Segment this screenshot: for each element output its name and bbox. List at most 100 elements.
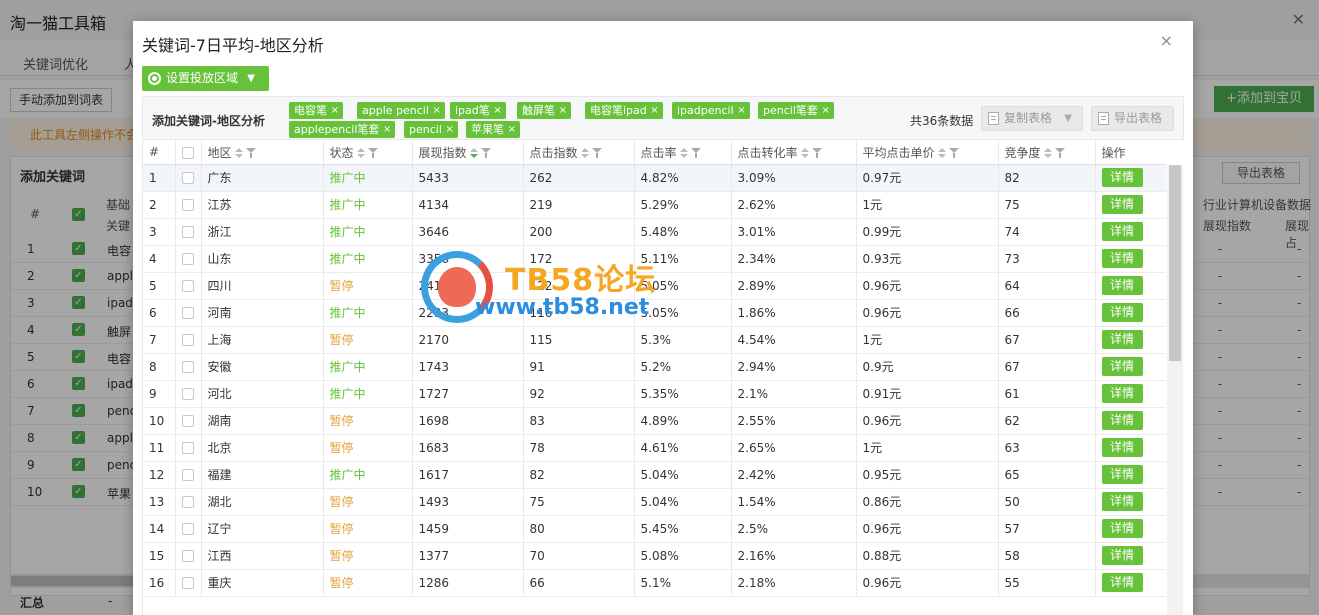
- row-select[interactable]: [175, 488, 202, 516]
- row-select[interactable]: [175, 542, 202, 570]
- detail-button[interactable]: 详情: [1101, 519, 1143, 538]
- row-select[interactable]: [175, 191, 202, 219]
- table-row[interactable]: 10 湖南 暂停 1698 83 4.89% 2.55% 0.96元 62 详情: [143, 407, 1166, 435]
- col-show-index[interactable]: 展现指数: [412, 141, 524, 165]
- table-row[interactable]: 8 安徽 推广中 1743 91 5.2% 2.94% 0.9元 67 详情: [143, 353, 1166, 381]
- table-row[interactable]: 15 江西 暂停 1377 70 5.08% 2.16% 0.88元 58 详情: [143, 542, 1166, 570]
- detail-button[interactable]: 详情: [1101, 222, 1143, 241]
- row-checkbox[interactable]: [181, 253, 194, 265]
- set-region-button[interactable]: 设置投放区域 ▼: [142, 66, 269, 91]
- table-row[interactable]: 5 四川 暂停 2415 122 5.05% 2.89% 0.96元 64 详情: [143, 272, 1166, 300]
- filter-icon[interactable]: [690, 148, 701, 159]
- table-row[interactable]: 13 湖北 暂停 1493 75 5.04% 1.54% 0.86元 50 详情: [143, 488, 1166, 516]
- tag-close-icon[interactable]: ×: [737, 102, 745, 119]
- table-row[interactable]: 16 重庆 暂停 1286 66 5.1% 2.18% 0.96元 55 详情: [143, 569, 1166, 597]
- row-checkbox[interactable]: [181, 307, 194, 319]
- detail-button[interactable]: 详情: [1101, 195, 1143, 214]
- detail-button[interactable]: 详情: [1101, 168, 1143, 187]
- row-select[interactable]: [175, 164, 202, 192]
- row-select[interactable]: [175, 245, 202, 273]
- sort-icon[interactable]: [679, 148, 688, 159]
- tag-close-icon[interactable]: ×: [433, 102, 441, 119]
- row-checkbox[interactable]: [181, 334, 194, 346]
- row-select[interactable]: [175, 218, 202, 246]
- filter-icon[interactable]: [591, 148, 602, 159]
- detail-button[interactable]: 详情: [1101, 303, 1143, 322]
- modal-close-icon[interactable]: ×: [1160, 31, 1173, 50]
- tag-close-icon[interactable]: ×: [650, 102, 658, 119]
- sort-icon[interactable]: [937, 148, 946, 159]
- tag-close-icon[interactable]: ×: [493, 102, 501, 119]
- table-row[interactable]: 14 辽宁 暂停 1459 80 5.45% 2.5% 0.96元 57 详情: [143, 515, 1166, 543]
- vertical-scroll-thumb[interactable]: [1169, 165, 1181, 361]
- col-select-all[interactable]: [175, 141, 202, 165]
- filter-icon[interactable]: [811, 148, 822, 159]
- filter-icon[interactable]: [367, 148, 378, 159]
- sort-icon[interactable]: [580, 148, 589, 159]
- table-row[interactable]: 4 山东 推广中 3356 172 5.11% 2.34% 0.93元 73 详情: [143, 245, 1166, 273]
- sort-icon[interactable]: [1043, 148, 1052, 159]
- col-cvr[interactable]: 点击转化率: [731, 141, 857, 165]
- row-checkbox[interactable]: [181, 199, 194, 211]
- row-checkbox[interactable]: [181, 280, 194, 292]
- sort-icon[interactable]: [356, 148, 365, 159]
- detail-button[interactable]: 详情: [1101, 573, 1143, 592]
- detail-button[interactable]: 详情: [1101, 276, 1143, 295]
- tag-close-icon[interactable]: ×: [559, 102, 567, 119]
- detail-button[interactable]: 详情: [1101, 249, 1143, 268]
- col-click-index[interactable]: 点击指数: [523, 141, 635, 165]
- row-checkbox[interactable]: [181, 577, 194, 589]
- row-select[interactable]: [175, 299, 202, 327]
- table-row[interactable]: 12 福建 推广中 1617 82 5.04% 2.42% 0.95元 65 详情: [143, 461, 1166, 489]
- row-select[interactable]: [175, 407, 202, 435]
- detail-button[interactable]: 详情: [1101, 465, 1143, 484]
- sort-icon[interactable]: [234, 148, 243, 159]
- row-select[interactable]: [175, 461, 202, 489]
- row-checkbox[interactable]: [181, 442, 194, 454]
- table-row[interactable]: 11 北京 暂停 1683 78 4.61% 2.65% 1元 63 详情: [143, 434, 1166, 462]
- detail-button[interactable]: 详情: [1101, 546, 1143, 565]
- tag-close-icon[interactable]: ×: [822, 102, 830, 119]
- row-checkbox[interactable]: [181, 496, 194, 508]
- table-row[interactable]: 6 河南 推广中 2293 116 5.05% 1.86% 0.96元 66 详情: [143, 299, 1166, 327]
- detail-button[interactable]: 详情: [1101, 357, 1143, 376]
- select-all-checkbox[interactable]: [181, 146, 194, 159]
- detail-button[interactable]: 详情: [1101, 492, 1143, 511]
- row-checkbox[interactable]: [181, 172, 194, 184]
- filter-icon[interactable]: [1054, 148, 1065, 159]
- col-competition[interactable]: 竞争度: [998, 141, 1096, 165]
- tag-close-icon[interactable]: ×: [383, 121, 391, 138]
- row-checkbox[interactable]: [181, 361, 194, 373]
- col-region[interactable]: 地区: [201, 141, 324, 165]
- row-checkbox[interactable]: [181, 469, 194, 481]
- col-status[interactable]: 状态: [323, 141, 413, 165]
- tag-close-icon[interactable]: ×: [446, 121, 454, 138]
- row-select[interactable]: [175, 515, 202, 543]
- row-checkbox[interactable]: [181, 523, 194, 535]
- sort-desc-icon[interactable]: [469, 148, 478, 159]
- table-row[interactable]: 3 浙江 推广中 3646 200 5.48% 3.01% 0.99元 74 详情: [143, 218, 1166, 246]
- tag-close-icon[interactable]: ×: [508, 121, 516, 138]
- table-row[interactable]: 7 上海 暂停 2170 115 5.3% 4.54% 1元 67 详情: [143, 326, 1166, 354]
- table-row[interactable]: 2 江苏 推广中 4134 219 5.29% 2.62% 1元 75 详情: [143, 191, 1166, 219]
- detail-button[interactable]: 详情: [1101, 330, 1143, 349]
- row-select[interactable]: [175, 434, 202, 462]
- row-checkbox[interactable]: [181, 415, 194, 427]
- filter-icon[interactable]: [480, 148, 491, 159]
- detail-button[interactable]: 详情: [1101, 438, 1143, 457]
- col-ctr[interactable]: 点击率: [634, 141, 732, 165]
- sort-icon[interactable]: [800, 148, 809, 159]
- row-checkbox[interactable]: [181, 388, 194, 400]
- row-checkbox[interactable]: [181, 226, 194, 238]
- row-select[interactable]: [175, 353, 202, 381]
- tag-close-icon[interactable]: ×: [331, 102, 339, 119]
- detail-button[interactable]: 详情: [1101, 411, 1143, 430]
- table-row[interactable]: 1 广东 推广中 5433 262 4.82% 3.09% 0.97元 82 详情: [143, 164, 1166, 192]
- detail-button[interactable]: 详情: [1101, 384, 1143, 403]
- table-row[interactable]: 9 河北 推广中 1727 92 5.35% 2.1% 0.91元 61 详情: [143, 380, 1166, 408]
- row-select[interactable]: [175, 326, 202, 354]
- row-select[interactable]: [175, 380, 202, 408]
- copy-table-button[interactable]: 复制表格 ▼: [981, 106, 1083, 131]
- row-select[interactable]: [175, 569, 202, 597]
- export-table-button[interactable]: 导出表格: [1091, 106, 1174, 131]
